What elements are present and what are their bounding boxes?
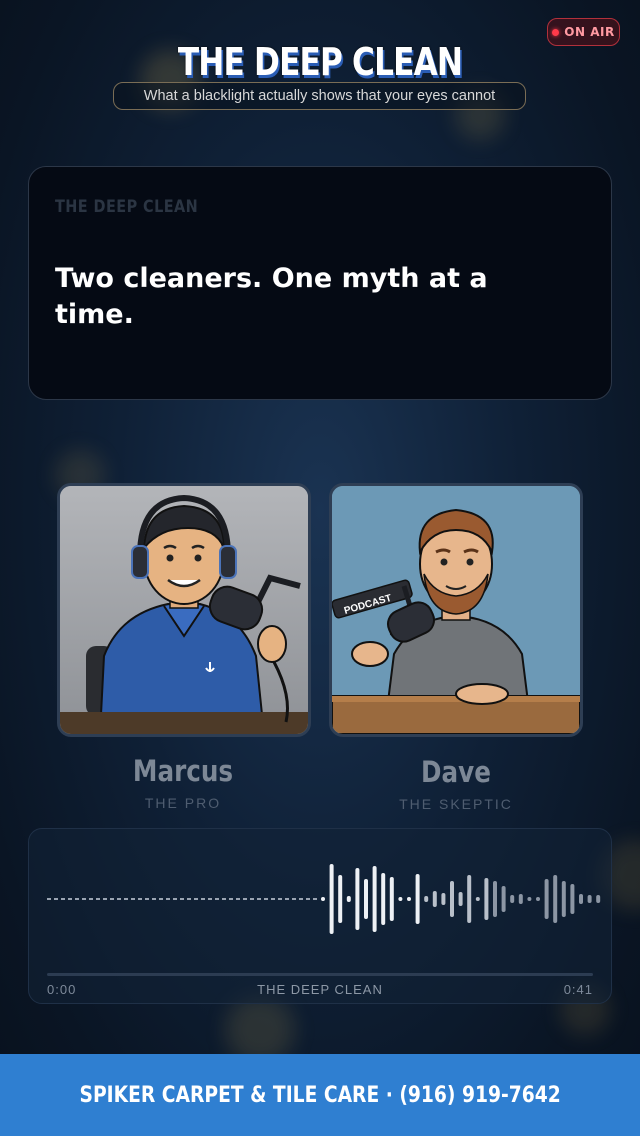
waveform-dash xyxy=(313,898,317,900)
waveform-bar xyxy=(450,881,454,917)
waveform-dash xyxy=(215,898,219,900)
waveform-bar xyxy=(389,877,394,921)
waveform-dash xyxy=(257,898,261,900)
waveform-dash xyxy=(292,898,296,900)
waveform-dash xyxy=(89,898,93,900)
waveform-dash xyxy=(299,898,303,900)
waveform-bar xyxy=(536,897,540,901)
waveform-bar xyxy=(432,891,437,907)
waveform-dash xyxy=(159,898,163,900)
waveform-bar xyxy=(415,874,420,924)
host-name-marcus: Marcus xyxy=(132,754,234,788)
waveform-dash xyxy=(271,898,275,900)
waveform-dash xyxy=(61,898,65,900)
waveform-bar xyxy=(398,897,403,901)
waveform-bar xyxy=(372,866,377,932)
episode-subtitle: What a blacklight actually shows that yo… xyxy=(113,82,526,110)
waveform-bar xyxy=(475,897,480,901)
dave-illustration: PODCAST xyxy=(332,486,580,734)
sponsor-text: SPIKER CARPET & TILE CARE · (916) 919-76… xyxy=(79,1082,561,1108)
waveform-bar xyxy=(458,892,463,906)
waveform-dash xyxy=(222,898,226,900)
waveform-dash xyxy=(243,898,247,900)
total-duration: 0:41 xyxy=(563,982,593,997)
waveform-dash xyxy=(124,898,128,900)
waveform-dash xyxy=(236,898,240,900)
progress-bar[interactable] xyxy=(47,973,593,976)
waveform-dash xyxy=(201,898,205,900)
waveform-bar xyxy=(346,896,351,902)
waveform-bar xyxy=(329,864,334,934)
host-name-dave: Dave xyxy=(421,755,491,789)
waveform-bar xyxy=(424,896,429,902)
waveform-bar xyxy=(570,884,575,914)
host-portrait-marcus xyxy=(57,483,311,737)
waveform-dash xyxy=(54,898,58,900)
waveform-bar xyxy=(484,878,489,920)
waveform-dash xyxy=(250,898,254,900)
waveform-bar xyxy=(501,886,506,912)
waveform-dash xyxy=(138,898,142,900)
marcus-illustration xyxy=(60,486,308,734)
waveform-dash xyxy=(194,898,198,900)
waveform-bar xyxy=(441,893,446,905)
waveform-bar xyxy=(355,868,360,930)
waveform-dash xyxy=(306,898,310,900)
waveform-bar xyxy=(596,895,601,903)
waveform-dash xyxy=(173,898,177,900)
waveform-bar xyxy=(493,881,497,917)
host-portrait-dave: PODCAST xyxy=(329,483,583,737)
waveform-dash xyxy=(131,898,135,900)
waveform-dash xyxy=(166,898,170,900)
audio-player[interactable]: 0:00 THE DEEP CLEAN 0:41 xyxy=(28,828,612,1004)
waveform-dash xyxy=(68,898,72,900)
waveform-bar xyxy=(338,875,343,923)
waveform-dash xyxy=(47,898,51,900)
waveform-bar xyxy=(553,875,558,923)
show-title: THE DEEP CLEAN xyxy=(177,40,463,84)
waveform-bar xyxy=(407,897,411,901)
waveform-bar xyxy=(321,897,325,901)
waveform-dash xyxy=(285,898,289,900)
waveform-bar xyxy=(381,873,386,925)
waveform-bar xyxy=(561,881,566,917)
host-role-dave: THE SKEPTIC xyxy=(399,796,513,812)
card-kicker: THE DEEP CLEAN xyxy=(55,197,199,217)
waveform-dash xyxy=(117,898,121,900)
waveform-dash xyxy=(75,898,79,900)
waveform-dash xyxy=(145,898,149,900)
waveform-bar xyxy=(467,875,472,923)
sponsor-banner[interactable]: SPIKER CARPET & TILE CARE · (916) 919-76… xyxy=(0,1054,640,1136)
waveform-dash xyxy=(110,898,114,900)
waveform-bar xyxy=(518,894,523,904)
waveform-dash xyxy=(96,898,100,900)
track-name: THE DEEP CLEAN xyxy=(257,982,383,997)
waveform-dash xyxy=(208,898,212,900)
waveform-bar xyxy=(510,895,515,903)
waveform-dash xyxy=(180,898,184,900)
waveform-dash xyxy=(229,898,233,900)
waveform-dash xyxy=(103,898,107,900)
waveform-bar xyxy=(364,879,368,919)
audio-waveform xyxy=(47,864,601,934)
waveform-dash xyxy=(278,898,282,900)
host-role-marcus: THE PRO xyxy=(144,795,222,811)
waveform-dash xyxy=(264,898,268,900)
caption-card: THE DEEP CLEAN Two cleaners. One myth at… xyxy=(28,166,612,400)
waveform-bar xyxy=(587,895,592,903)
waveform-dash xyxy=(187,898,191,900)
live-dot-icon xyxy=(552,28,560,36)
waveform-bar xyxy=(544,879,549,919)
on-air-label: ON AIR xyxy=(564,25,615,39)
on-air-badge: ON AIR xyxy=(547,18,620,46)
waveform-bar xyxy=(527,897,532,901)
waveform-dash xyxy=(82,898,86,900)
card-headline: Two cleaners. One myth at a time. xyxy=(55,263,488,330)
waveform-dash xyxy=(152,898,156,900)
waveform-bar xyxy=(579,894,583,904)
